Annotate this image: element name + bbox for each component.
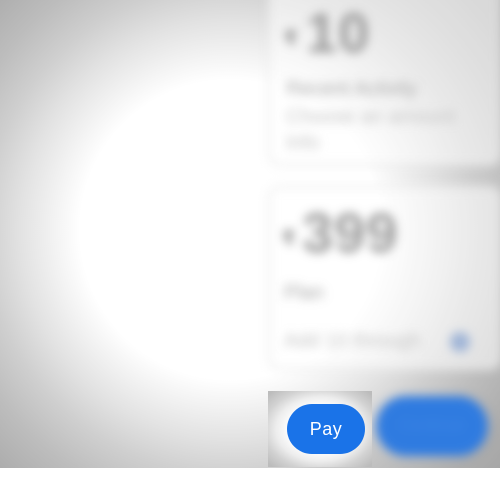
pay-button[interactable]: Pay	[287, 404, 365, 454]
plan-info: Info	[286, 132, 320, 154]
info-icon	[450, 332, 470, 352]
currency-symbol: ₹	[284, 28, 298, 50]
blurred-content: ₹ 10 Recent Activity Choose an amount In…	[0, 0, 500, 468]
plan-description: Plan	[284, 282, 325, 304]
plan-amount: 399	[302, 201, 399, 264]
blurred-background: ₹ 10 Recent Activity Choose an amount In…	[0, 0, 500, 468]
continue-button: Continue	[376, 396, 488, 456]
currency-symbol: ₹	[282, 228, 296, 250]
plan-detail: Add 10 through	[284, 330, 421, 352]
plan-card-bottom: ₹ 399 Plan Add 10 through	[268, 186, 500, 370]
bottom-strip	[0, 468, 500, 500]
plan-description: Recent Activity	[286, 78, 418, 100]
plan-amount: 10	[306, 1, 371, 64]
plan-subtext: Choose an amount	[286, 106, 456, 128]
plan-card-top: ₹ 10 Recent Activity Choose an amount In…	[268, 0, 500, 166]
